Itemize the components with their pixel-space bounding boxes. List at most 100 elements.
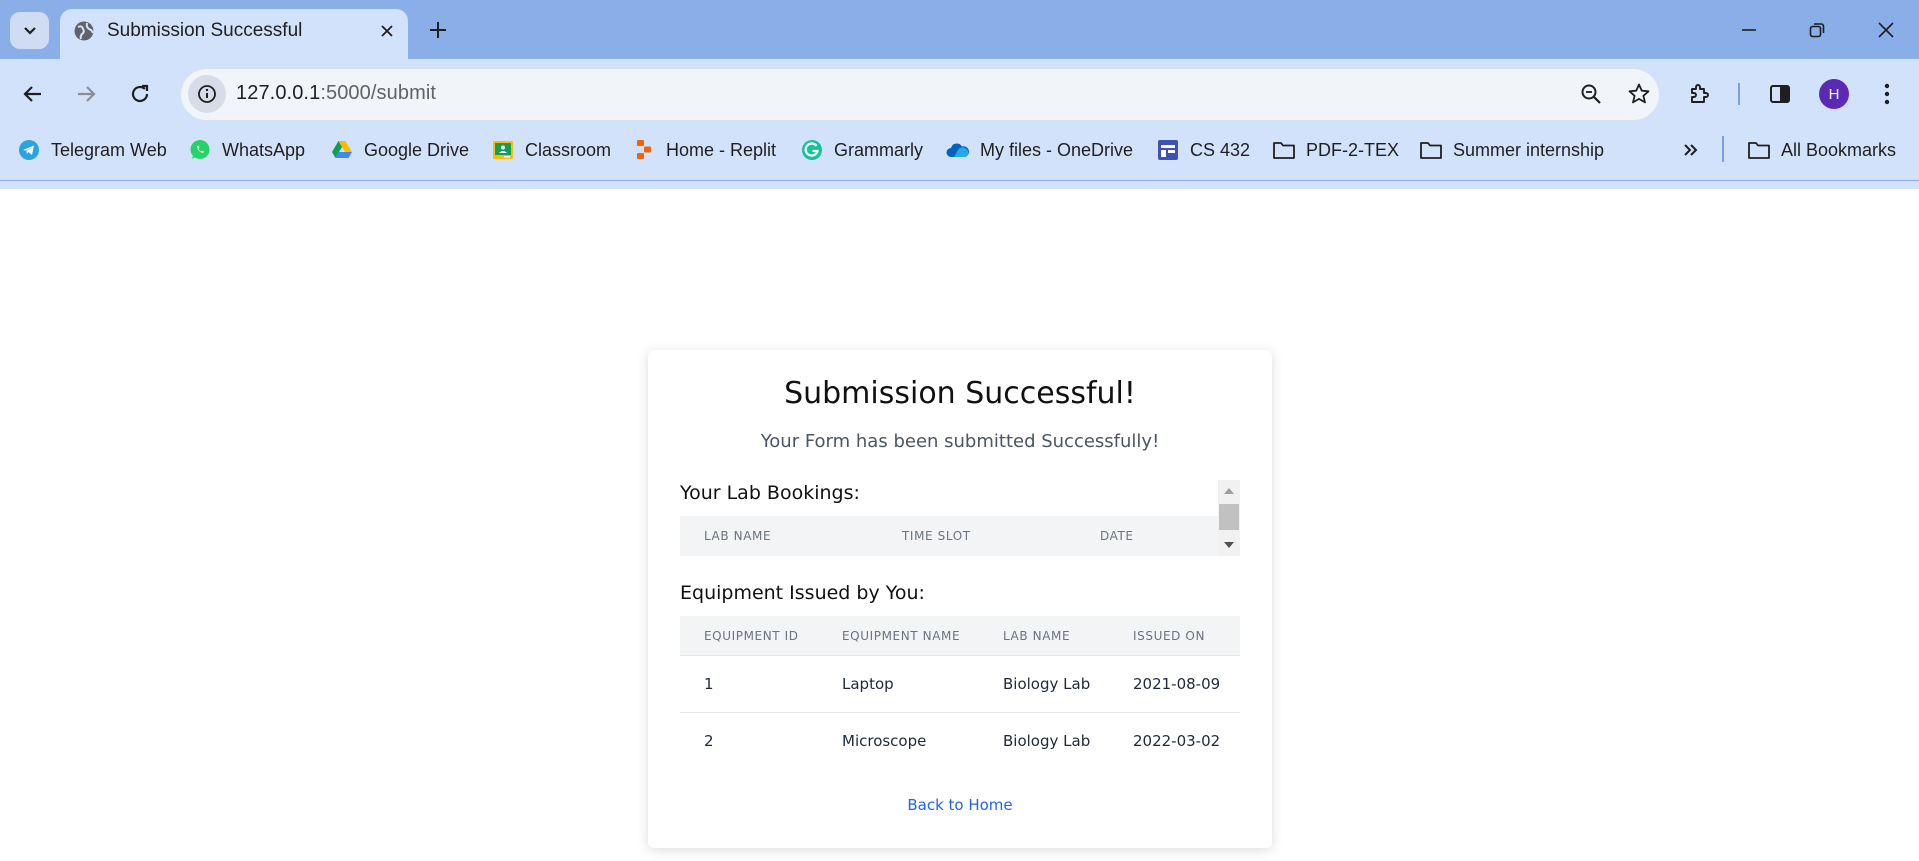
- bookmark-label: My files - OneDrive: [980, 139, 1134, 160]
- profile-avatar[interactable]: H: [1819, 79, 1849, 109]
- all-bookmarks-label: All Bookmarks: [1781, 139, 1897, 160]
- close-window-button[interactable]: [1866, 10, 1906, 50]
- reload-icon: [131, 84, 149, 103]
- lab-bookings-heading: Your Lab Bookings:: [680, 482, 860, 504]
- bookmark-replit[interactable]: Home - Replit: [632, 128, 776, 172]
- new-tab-button[interactable]: [423, 15, 453, 45]
- bookmark-telegram[interactable]: Telegram Web: [17, 128, 167, 172]
- close-icon: [1878, 22, 1894, 38]
- equipment-id-cell: 2: [704, 732, 714, 750]
- bookmark-google-drive[interactable]: Google Drive: [330, 128, 469, 172]
- tab-strip: Submission Successful: [0, 0, 1919, 59]
- reload-button[interactable]: [120, 74, 160, 114]
- equipment-name-cell: Microscope: [842, 732, 927, 750]
- address-bar[interactable]: 127.0.0.1:5000/submit: [181, 69, 1659, 120]
- lab-name-cell: Biology Lab: [1003, 675, 1091, 693]
- grammarly-icon: [800, 138, 824, 162]
- equipment-table: EQUIPMENT ID EQUIPMENT NAME LAB NAME ISS…: [680, 616, 1240, 770]
- arrow-right-icon: [78, 86, 96, 102]
- telegram-icon: [17, 138, 41, 162]
- lab-bookings-table-header: LAB NAME TIME SLOT DATE: [680, 516, 1218, 556]
- bookmark-label: Google Drive: [364, 139, 470, 160]
- lab-bookings-section: Your Lab Bookings: LAB NAME TIME SLOT DA…: [680, 480, 1240, 556]
- toolbar-divider: [1738, 83, 1740, 105]
- bookmark-whatsapp[interactable]: WhatsApp: [188, 128, 305, 172]
- classroom-icon: [491, 138, 515, 162]
- folder-icon: [1747, 138, 1771, 162]
- zoom-icon[interactable]: [1574, 77, 1608, 111]
- back-to-home-link[interactable]: Back to Home: [648, 796, 1272, 814]
- folder-icon: [1419, 138, 1443, 162]
- page-title: Submission Successful!: [784, 376, 1136, 411]
- scroll-down-arrow-icon[interactable]: [1224, 542, 1234, 548]
- more-menu-icon[interactable]: [1867, 74, 1907, 114]
- back-button[interactable]: [13, 74, 53, 114]
- forward-button[interactable]: [66, 74, 106, 114]
- table-row: 1 Laptop Biology Lab 2021-08-09: [680, 656, 1240, 713]
- bookmark-label: PDF-2-TEX: [1306, 139, 1400, 160]
- bookmark-grammarly[interactable]: Grammarly: [800, 128, 923, 172]
- minimize-button[interactable]: [1729, 10, 1769, 50]
- more-bookmarks-button[interactable]: [1679, 128, 1713, 172]
- success-message: Your Form has been submitted Successfull…: [760, 431, 1160, 452]
- side-panel-icon[interactable]: [1760, 74, 1800, 114]
- bookmark-label: Grammarly: [834, 139, 923, 160]
- column-header: EQUIPMENT NAME: [842, 629, 961, 643]
- bookmark-onedrive[interactable]: My files - OneDrive: [946, 128, 1133, 172]
- restore-icon: [1809, 23, 1825, 38]
- close-tab-icon[interactable]: [374, 18, 400, 44]
- equipment-name-cell: Laptop: [842, 675, 894, 693]
- arrow-left-icon: [23, 86, 41, 102]
- plus-icon: [430, 22, 446, 38]
- bookings-scrollbar[interactable]: [1218, 480, 1240, 556]
- bookmark-pdf-2-tex[interactable]: PDF-2-TEX: [1272, 128, 1399, 172]
- url-text: 127.0.0.1:5000/submit: [236, 82, 436, 105]
- tab-title: Submission Successful: [107, 20, 303, 41]
- info-icon: [198, 85, 216, 103]
- equipment-id-cell: 1: [704, 675, 714, 693]
- bookmark-label: WhatsApp: [222, 139, 306, 160]
- bookmark-star-icon[interactable]: [1622, 77, 1656, 111]
- bookmark-classroom[interactable]: Classroom: [491, 128, 611, 172]
- site-info-button[interactable]: [188, 75, 226, 113]
- tab-search-button[interactable]: [10, 12, 49, 49]
- chevron-down-icon: [23, 26, 36, 35]
- equipment-heading: Equipment Issued by You:: [680, 582, 925, 604]
- google-drive-icon: [330, 138, 354, 162]
- equipment-table-header: EQUIPMENT ID EQUIPMENT NAME LAB NAME ISS…: [680, 616, 1240, 656]
- chrome-border: [0, 180, 1919, 181]
- onedrive-icon: [946, 138, 970, 162]
- bookmark-label: Home - Replit: [666, 139, 777, 160]
- folder-icon: [1272, 138, 1296, 162]
- column-header: LAB NAME: [704, 529, 772, 543]
- double-chevron-right-icon: [1679, 138, 1703, 162]
- bookmark-summer-internship[interactable]: Summer internship: [1419, 128, 1604, 172]
- extensions-icon[interactable]: [1680, 74, 1720, 114]
- bookmark-label: Telegram Web: [51, 139, 167, 160]
- browser-toolbar: 127.0.0.1:5000/submit H Telegram Web Wha…: [0, 59, 1919, 189]
- scrollbar-thumb[interactable]: [1219, 504, 1239, 530]
- url-path: :5000/submit: [320, 82, 437, 104]
- issued-on-cell: 2022-03-02: [1133, 732, 1221, 750]
- url-host: 127.0.0.1: [236, 82, 321, 104]
- profile-initial: H: [1828, 85, 1840, 103]
- column-header: LAB NAME: [1003, 629, 1071, 643]
- bookmark-label: CS 432: [1190, 139, 1251, 160]
- issued-on-cell: 2021-08-09: [1133, 675, 1221, 693]
- bookmarks-divider: [1722, 136, 1724, 162]
- scroll-up-arrow-icon[interactable]: [1224, 488, 1234, 494]
- all-bookmarks-button[interactable]: All Bookmarks: [1747, 128, 1896, 172]
- minimize-icon: [1742, 29, 1756, 31]
- submission-card: Submission Successful! Your Form has bee…: [648, 350, 1272, 848]
- lab-name-cell: Biology Lab: [1003, 732, 1091, 750]
- replit-icon: [632, 138, 656, 162]
- restore-button[interactable]: [1797, 10, 1837, 50]
- bookmark-cs432[interactable]: CS 432: [1156, 128, 1250, 172]
- globe-icon: [73, 20, 95, 42]
- bookmarks-bar: Telegram Web WhatsApp Google Drive Class…: [0, 128, 1919, 172]
- active-tab[interactable]: Submission Successful: [60, 9, 408, 59]
- bookmark-label: Summer internship: [1453, 139, 1605, 160]
- column-header: TIME SLOT: [902, 529, 971, 543]
- whatsapp-icon: [188, 138, 212, 162]
- column-header: EQUIPMENT ID: [704, 629, 799, 643]
